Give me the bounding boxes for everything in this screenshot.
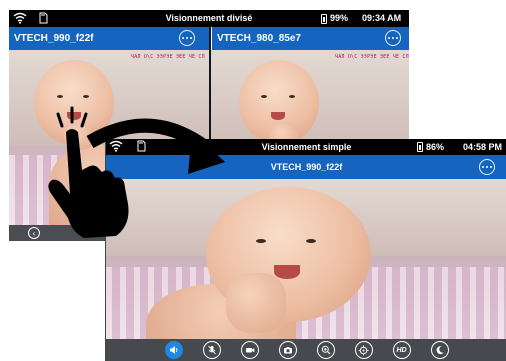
camera-name-2: VTECH_980_85e7 [217, 33, 301, 44]
more-options-icon[interactable] [479, 159, 495, 175]
zoom-in-icon[interactable] [316, 341, 335, 359]
camera-id-watermark: ЧАЛ О\С ЭЭРЭЕ ЭЕЕ ЧЕ СЛ [131, 54, 205, 60]
single-camera-feed[interactable] [106, 179, 506, 339]
split-status-bar: Visionnement divisé 99% 09:34 AM [9, 10, 409, 27]
night-mode-icon[interactable] [430, 341, 449, 359]
split-status-time: 09:34 AM [362, 13, 402, 23]
hd-label: HD [396, 346, 407, 354]
camera-name-1: VTECH_990_f22f [14, 33, 94, 44]
more-options-icon[interactable] [179, 30, 195, 46]
more-options-icon[interactable] [385, 30, 401, 46]
single-toolbar: HD [106, 339, 506, 361]
crosshair-icon[interactable] [354, 341, 373, 359]
single-status-time: 04:58 PM [463, 142, 503, 152]
single-battery: 86% [417, 139, 444, 155]
speaker-icon[interactable] [164, 341, 183, 359]
camera-id-watermark: ЧАЛ О\С ЭЭРЭЕ ЭЕЕ ЧЕ СЛ [335, 54, 409, 60]
hd-icon[interactable]: HD [392, 341, 411, 359]
camera-header-2[interactable]: VTECH_980_85e7 [211, 27, 409, 50]
camera-header-1[interactable]: VTECH_990_f22f [9, 27, 209, 50]
split-status-title: Visionnement divisé [165, 13, 253, 23]
battery-icon [321, 13, 327, 24]
single-camera-header: VTECH_990_f22f [106, 155, 506, 179]
mute-mic-icon[interactable] [202, 341, 221, 359]
split-battery-percent: 99% [330, 13, 349, 23]
split-battery: 99% [321, 10, 348, 27]
camera-snapshot-icon[interactable] [278, 341, 297, 359]
video-record-icon[interactable] [240, 341, 259, 359]
single-battery-percent: 86% [426, 142, 445, 152]
single-view-screen: Visionnement simple 86% 04:58 PM VTECH_9… [105, 139, 506, 361]
single-status-bar: Visionnement simple 86% 04:58 PM [106, 139, 506, 155]
back-arrow-icon[interactable]: ‹ [28, 227, 40, 239]
battery-icon [417, 142, 423, 152]
single-camera-name: VTECH_990_f22f [270, 162, 343, 172]
single-status-title: Visionnement simple [261, 142, 352, 152]
